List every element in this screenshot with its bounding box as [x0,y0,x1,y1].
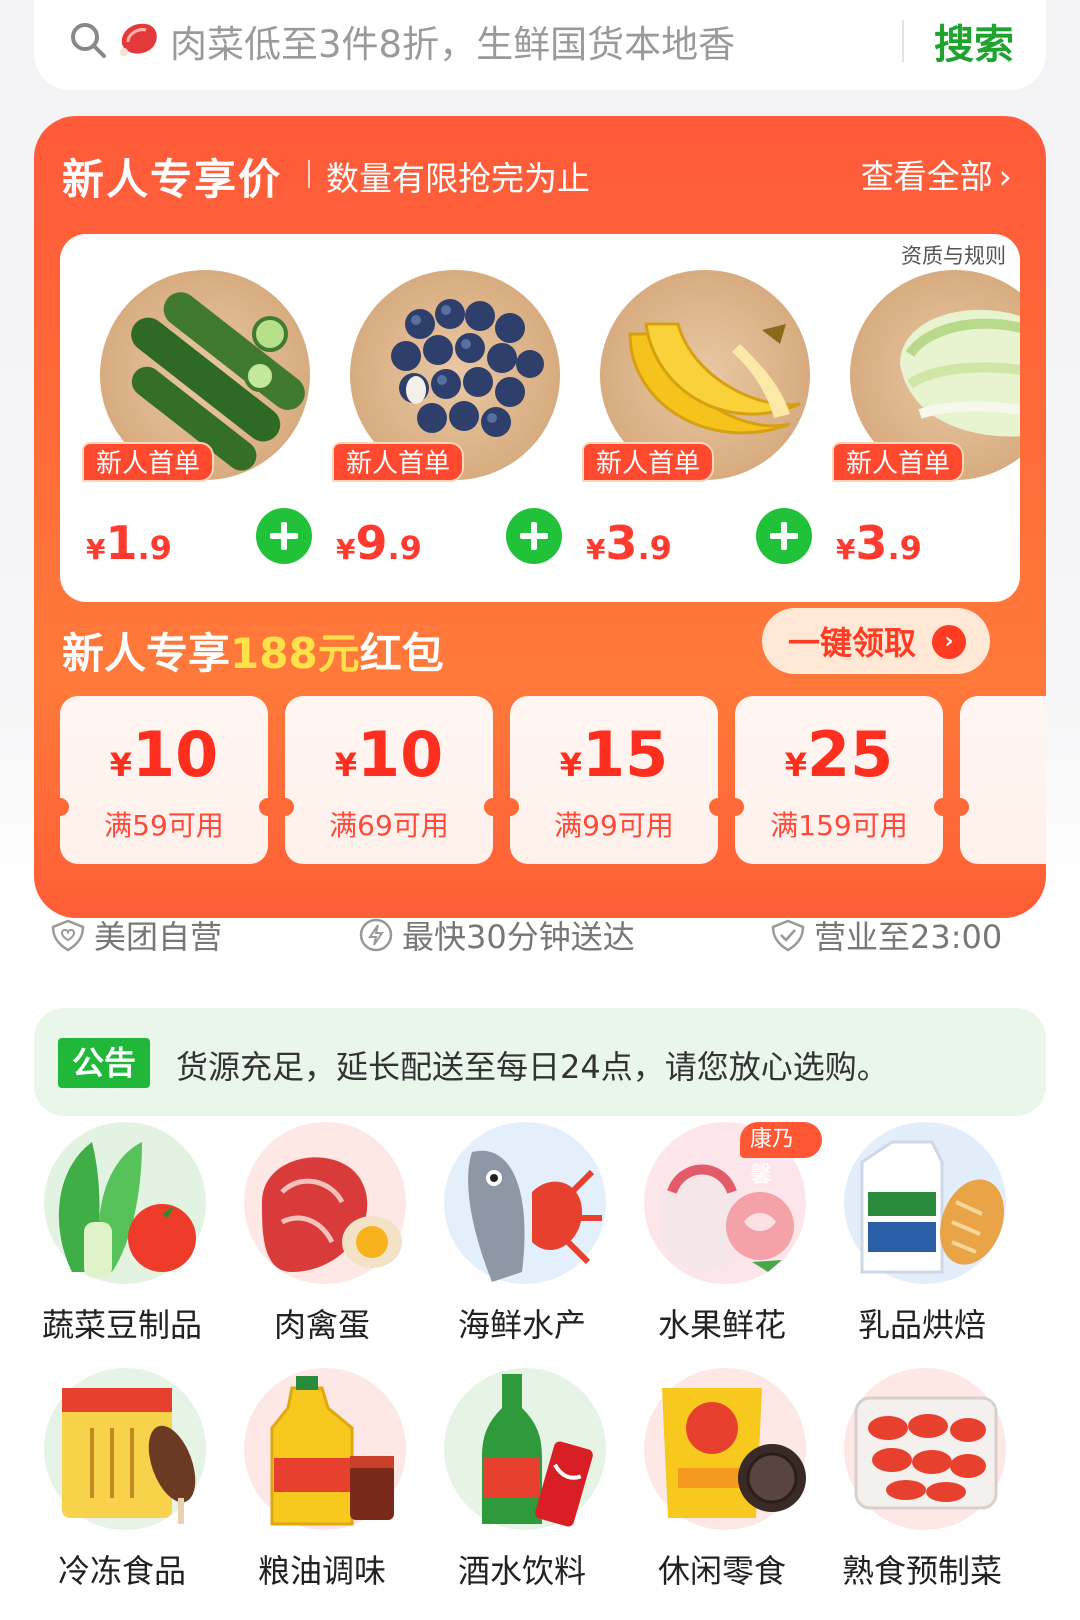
coupon-condition: 满99可用 [554,809,674,842]
newcomer-badge: 新人首单 [82,442,215,482]
feature-label: 美团自营 [94,918,223,956]
category-label: 水果鲜花 [657,1306,786,1344]
category-meat-egg[interactable]: 肉禽蛋 [222,1122,422,1352]
category-label: 肉禽蛋 [273,1306,370,1344]
category-dairy-bakery[interactable]: 乳品烘焙 [822,1122,1022,1352]
category-label: 冷冻食品 [57,1552,186,1590]
category-seafood[interactable]: 海鲜水产 [422,1122,622,1352]
red-packet-amount: 188元 [230,629,360,678]
seafood-icon [468,1150,602,1282]
coupon-card[interactable]: ¥25 满159可用 [726,696,952,864]
product-price: ¥1.9 [86,516,172,570]
claim-all-button[interactable]: 一键领取 › [762,608,990,674]
feature-fast-delivery: 最快30分钟送达 [358,912,635,958]
view-all-link[interactable]: 查看全部 › [861,150,1012,198]
notice-tag: 公告 [58,1038,150,1088]
snacks-icon [662,1388,806,1518]
search-button[interactable]: 搜索 [934,12,1014,70]
category-prepared-food[interactable]: 熟食预制菜 [822,1368,1022,1598]
promo-title-divider [308,160,310,188]
coupon-card[interactable]: ¥15 满99可用 [501,696,727,864]
coupon-value: ¥25 [784,718,894,791]
meat-egg-icon [262,1157,402,1272]
product-card[interactable]: 新人首单 ¥1.9 [60,264,312,594]
category-fruit-flower[interactable]: 康乃馨 水果鲜花 [622,1122,822,1352]
add-to-cart-button[interactable] [506,508,562,564]
product-price: ¥3.9 [586,516,672,570]
coupon-condition: 满69可用 [329,809,449,842]
feature-label: 营业至23:00 [814,918,1003,956]
red-packet-title: 新人专享188元红包 [62,629,444,678]
newcomer-promo-card: 新人专享价 数量有限抢完为止 查看全部 › 资质与规则 新人首单 ¥1.9 新人… [34,116,1046,918]
coupon-card-partial[interactable] [951,696,1046,864]
lightning-icon [359,918,393,952]
feature-self-operated: 美团自营 [50,912,222,958]
feature-business-hours: 营业至23:00 [770,912,1002,958]
chevron-right-icon: › [998,157,1012,196]
oil-seasoning-icon [270,1376,394,1526]
view-all-label: 查看全部 [860,157,993,196]
add-to-cart-button[interactable] [756,508,812,564]
coupon-condition: 满159可用 [770,809,908,842]
vegetable-icon [58,1142,196,1278]
category-label: 蔬菜豆制品 [41,1306,202,1344]
drinks-icon [482,1374,593,1527]
product-card[interactable]: 新人首单 ¥9.9 [310,264,562,594]
notice-bar[interactable]: 公告 货源充足，延长配送至每日24点，请您放心选购。 [34,1008,1046,1116]
search-bar[interactable]: 肉菜低至3件8折，生鲜国货本地香 搜索 [34,0,1046,90]
product-card[interactable]: 新人首单 ¥3.9 [810,264,1020,594]
promo-subtitle: 数量有限抢完为止 [326,159,590,198]
search-placeholder[interactable]: 肉菜低至3件8折，生鲜国货本地香 [170,14,735,68]
coupon-condition: 满59可用 [104,809,224,842]
coupon-value: ¥15 [559,718,669,791]
notice-text: 货源充足，延长配送至每日24点，请您放心选购。 [176,1048,889,1086]
category-promo-tag: 康乃馨 [740,1122,822,1188]
product-price: ¥9.9 [336,516,422,570]
newcomer-badge: 新人首单 [332,442,465,482]
coupon-value: ¥10 [334,718,444,791]
frozen-food-icon [62,1388,196,1524]
coupon-card[interactable]: ¥10 满69可用 [276,696,502,864]
check-shield-icon [771,919,805,952]
product-panel: 资质与规则 新人首单 ¥1.9 新人首单 ¥9.9 新人首单 ¥3.9 新人首单… [60,234,1020,602]
category-label: 酒水饮料 [457,1552,586,1590]
category-oil-seasoning[interactable]: 粮油调味 [222,1368,422,1598]
coupon-value: ¥10 [109,718,219,791]
product-price: ¥3.9 [836,516,922,570]
category-drinks[interactable]: 酒水饮料 [422,1368,622,1598]
add-to-cart-button[interactable] [256,508,312,564]
category-label: 粮油调味 [257,1552,386,1590]
product-card[interactable]: 新人首单 ¥3.9 [560,264,812,594]
prepared-food-icon [854,1396,998,1510]
category-frozen-food[interactable]: 冷冻食品 [22,1368,222,1598]
newcomer-badge: 新人首单 [832,442,965,482]
search-divider [902,20,904,62]
category-label: 熟食预制菜 [841,1552,1002,1590]
category-snacks[interactable]: 休闲零食 [622,1368,822,1598]
promo-title: 新人专享价 [62,155,283,204]
category-label: 海鲜水产 [457,1306,586,1344]
category-label: 休闲零食 [657,1552,786,1590]
search-icon [71,23,106,58]
coupon-card[interactable]: ¥10 满59可用 [51,696,277,864]
heart-shield-icon [51,919,85,952]
category-label: 乳品烘焙 [857,1306,986,1344]
dairy-bakery-icon [860,1140,1004,1274]
feature-label: 最快30分钟送达 [402,918,635,956]
meat-icon [120,23,157,56]
category-vegetables[interactable]: 蔬菜豆制品 [22,1122,222,1352]
claim-all-label: 一键领取 [788,624,917,662]
newcomer-badge: 新人首单 [582,442,715,482]
arrow-right-icon: › [932,625,966,659]
